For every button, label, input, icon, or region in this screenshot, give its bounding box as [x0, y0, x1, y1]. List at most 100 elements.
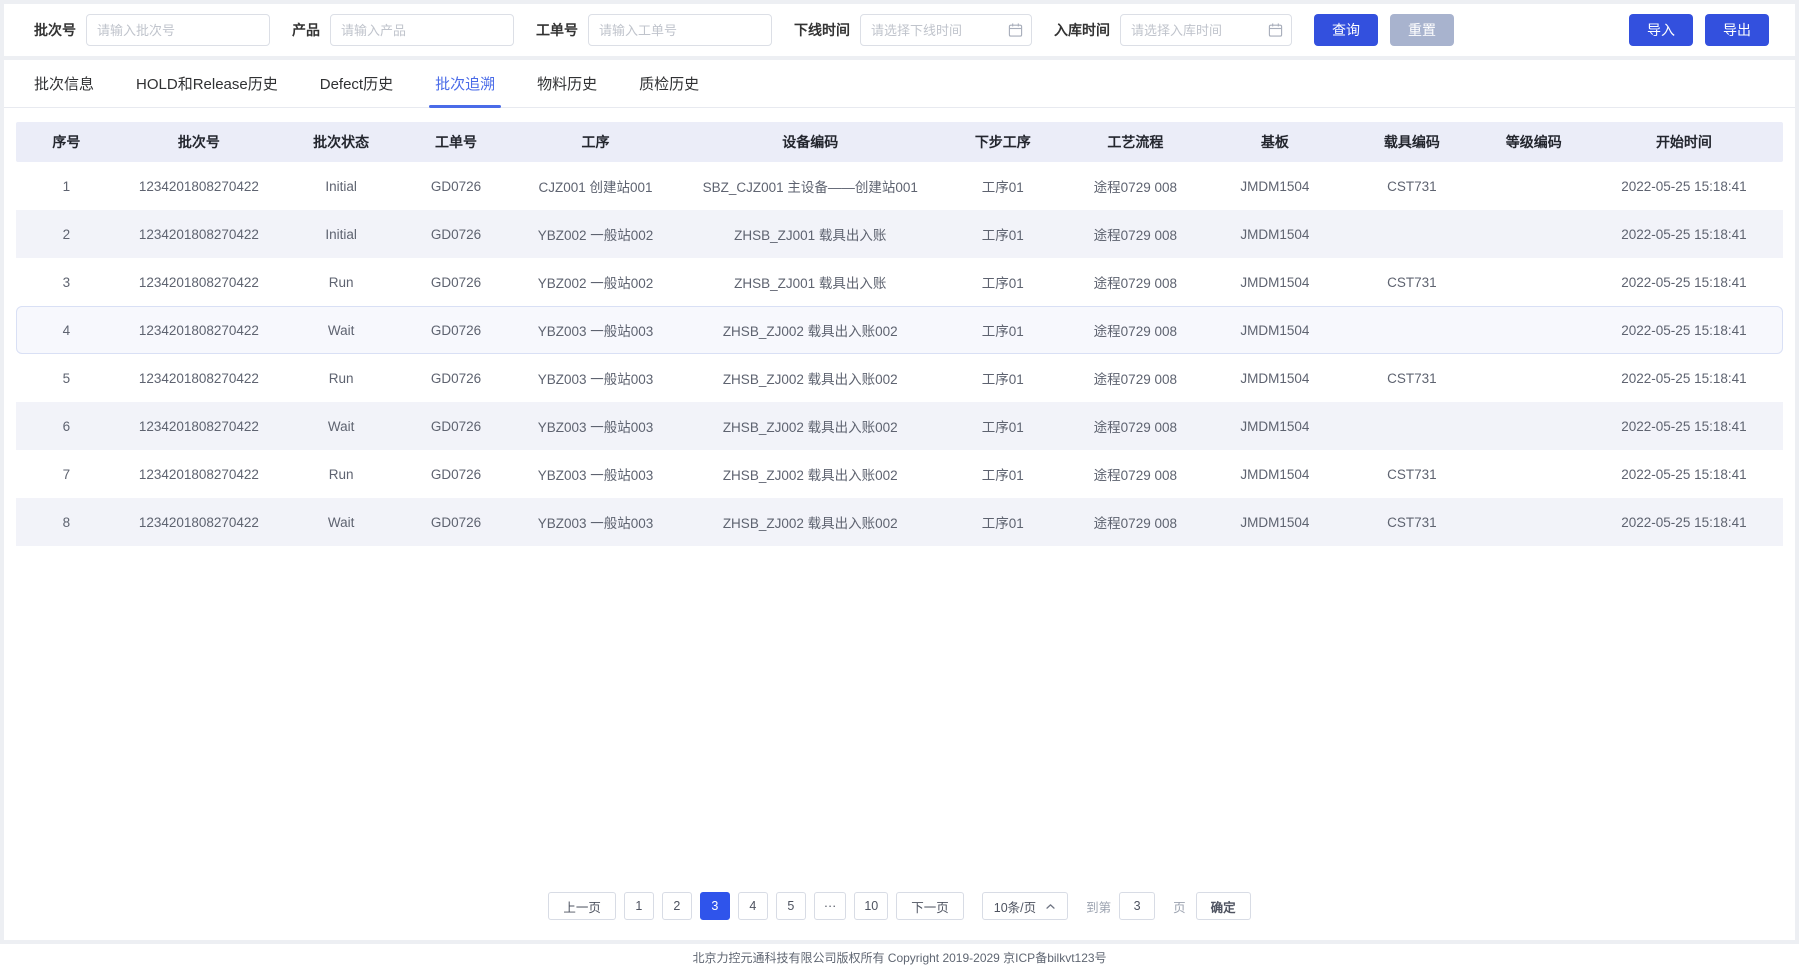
table-row[interactable]: 8 1234201808270422 Wait GD0726 YBZ003 一般… [16, 498, 1783, 546]
cell-work-order-no: GD0726 [401, 323, 511, 338]
cell-work-order-no: GD0726 [401, 275, 511, 290]
cell-batch-no: 1234201808270422 [117, 419, 281, 434]
cell-next-operation: 工序01 [940, 176, 1065, 196]
page-size-value: 10条/页 [994, 897, 1036, 916]
work-order-input[interactable] [588, 14, 772, 46]
main-panel: 批次信息 HOLD和Release历史 Defect历史 批次追溯 物料历史 质… [4, 60, 1795, 940]
page-ellipsis-button[interactable]: ··· [814, 892, 847, 920]
table-row-hovered[interactable]: 4 1234201808270422 Wait GD0726 YBZ003 一般… [16, 306, 1783, 354]
cell-index: 1 [16, 179, 117, 194]
cell-batch-no: 1234201808270422 [117, 179, 281, 194]
page-button-1[interactable]: 1 [624, 892, 654, 920]
cell-carrier-code: CST731 [1345, 371, 1479, 386]
page-button-4[interactable]: 4 [738, 892, 768, 920]
tab-batch-info[interactable]: 批次信息 [34, 60, 94, 107]
cell-equipment-code: ZHSB_ZJ002 载具出入账002 [680, 464, 940, 484]
cell-process-flow: 途程0729 008 [1066, 272, 1206, 292]
cell-work-order-no: GD0726 [401, 227, 511, 242]
filter-inbound-time: 入库时间 [1054, 14, 1292, 46]
copyright-text: 北京力控元通科技有限公司版权所有 Copyright 2019-2029 京IC… [692, 949, 1106, 966]
page-button-10[interactable]: 10 [854, 892, 888, 920]
cell-batch-no: 1234201808270422 [117, 515, 281, 530]
goto-page-input[interactable] [1119, 892, 1155, 920]
cell-operation: YBZ002 一般站002 [511, 272, 681, 292]
cell-process-flow: 途程0729 008 [1066, 512, 1206, 532]
table-row[interactable]: 7 1234201808270422 Run GD0726 YBZ003 一般站… [16, 450, 1783, 498]
cell-next-operation: 工序01 [940, 224, 1065, 244]
cell-index: 3 [16, 275, 117, 290]
batch-no-input[interactable] [86, 14, 270, 46]
cell-next-operation: 工序01 [940, 512, 1065, 532]
cell-work-order-no: GD0726 [401, 419, 511, 434]
table-row[interactable]: 6 1234201808270422 Wait GD0726 YBZ003 一般… [16, 402, 1783, 450]
cell-start-time: 2022-05-25 15:18:41 [1589, 419, 1780, 434]
cell-substrate: JMDM1504 [1205, 227, 1345, 242]
cell-start-time: 2022-05-25 15:18:41 [1589, 179, 1780, 194]
product-label: 产品 [292, 20, 320, 40]
footer: 北京力控元通科技有限公司版权所有 Copyright 2019-2029 京IC… [0, 944, 1799, 970]
query-button[interactable]: 查询 [1314, 14, 1378, 46]
cell-carrier-code: CST731 [1345, 467, 1479, 482]
tab-bar: 批次信息 HOLD和Release历史 Defect历史 批次追溯 物料历史 质… [4, 60, 1795, 108]
cell-process-flow: 途程0729 008 [1066, 464, 1206, 484]
cell-equipment-code: ZHSB_ZJ001 载具出入账 [680, 224, 940, 244]
table-row[interactable]: 1 1234201808270422 Initial GD0726 CJZ001… [16, 162, 1783, 210]
calendar-icon [1008, 23, 1023, 38]
import-button[interactable]: 导入 [1629, 14, 1693, 46]
col-header-carrier-code: 载具编码 [1345, 132, 1479, 152]
calendar-icon [1268, 23, 1283, 38]
next-page-button[interactable]: 下一页 [896, 892, 964, 920]
cell-operation: YBZ003 一般站003 [511, 512, 681, 532]
page-button-2[interactable]: 2 [662, 892, 692, 920]
prev-page-button[interactable]: 上一页 [548, 892, 616, 920]
page-button-5[interactable]: 5 [776, 892, 806, 920]
cell-batch-no: 1234201808270422 [117, 227, 281, 242]
table-row[interactable]: 2 1234201808270422 Initial GD0726 YBZ002… [16, 210, 1783, 258]
table-row[interactable]: 5 1234201808270422 Run GD0726 YBZ003 一般站… [16, 354, 1783, 402]
cell-batch-status: Wait [281, 515, 401, 530]
cell-batch-no: 1234201808270422 [117, 467, 281, 482]
filter-offline-time: 下线时间 [794, 14, 1032, 46]
cell-substrate: JMDM1504 [1205, 275, 1345, 290]
reset-button[interactable]: 重置 [1390, 14, 1454, 46]
cell-substrate: JMDM1504 [1205, 323, 1345, 338]
cell-operation: YBZ003 一般站003 [511, 368, 681, 388]
tab-quality-history[interactable]: 质检历史 [639, 60, 699, 107]
cell-batch-no: 1234201808270422 [117, 275, 281, 290]
work-order-label: 工单号 [536, 20, 578, 40]
cell-carrier-code: CST731 [1345, 275, 1479, 290]
cell-next-operation: 工序01 [940, 416, 1065, 436]
inbound-time-input[interactable] [1120, 14, 1292, 46]
page-size-select[interactable]: 10条/页 [982, 892, 1068, 920]
caret-up-icon [1045, 901, 1056, 912]
cell-equipment-code: ZHSB_ZJ002 载具出入账002 [680, 416, 940, 436]
tab-material-history[interactable]: 物料历史 [537, 60, 597, 107]
cell-start-time: 2022-05-25 15:18:41 [1589, 275, 1780, 290]
filter-bar: 批次号 产品 工单号 下线时间 入库时间 [4, 4, 1795, 56]
cell-carrier-code: CST731 [1345, 179, 1479, 194]
cell-equipment-code: ZHSB_ZJ002 载具出入账002 [680, 320, 940, 340]
cell-equipment-code: SBZ_CJZ001 主设备——创建站001 [680, 176, 940, 196]
confirm-button[interactable]: 确定 [1196, 892, 1251, 920]
cell-carrier-code: CST731 [1345, 515, 1479, 530]
tab-defect-history[interactable]: Defect历史 [320, 60, 393, 107]
product-input[interactable] [330, 14, 514, 46]
col-header-process-flow: 工艺流程 [1066, 132, 1206, 152]
filter-product: 产品 [292, 14, 514, 46]
col-header-equipment-code: 设备编码 [680, 132, 940, 152]
cell-batch-status: Initial [281, 227, 401, 242]
cell-start-time: 2022-05-25 15:18:41 [1589, 515, 1780, 530]
cell-batch-status: Run [281, 467, 401, 482]
page-button-3-current[interactable]: 3 [700, 892, 730, 920]
table-row[interactable]: 3 1234201808270422 Run GD0726 YBZ002 一般站… [16, 258, 1783, 306]
export-button[interactable]: 导出 [1705, 14, 1769, 46]
goto-suffix-label: 页 [1173, 897, 1186, 916]
cell-substrate: JMDM1504 [1205, 515, 1345, 530]
cell-equipment-code: ZHSB_ZJ001 载具出入账 [680, 272, 940, 292]
tab-hold-release-history[interactable]: HOLD和Release历史 [136, 60, 278, 107]
cell-index: 4 [16, 323, 117, 338]
tab-batch-trace[interactable]: 批次追溯 [435, 60, 495, 107]
col-header-start-time: 开始时间 [1589, 132, 1780, 152]
offline-time-input[interactable] [860, 14, 1032, 46]
cell-start-time: 2022-05-25 15:18:41 [1589, 371, 1780, 386]
